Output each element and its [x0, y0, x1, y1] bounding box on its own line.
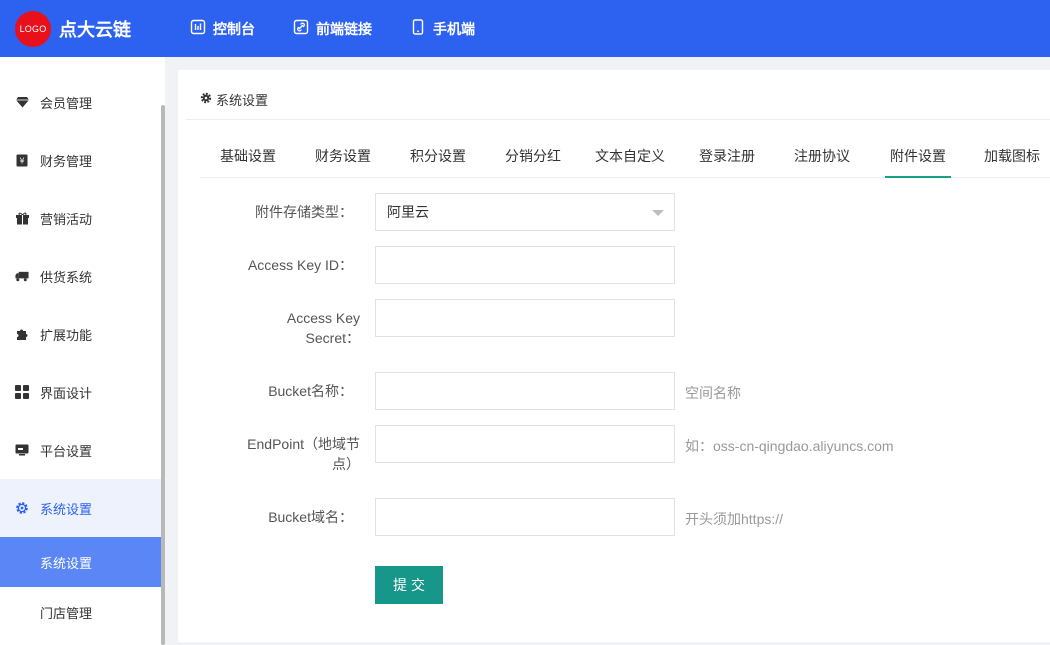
storage-type-label: 附件存储类型： [255, 204, 353, 220]
sidebar-item-finance[interactable]: ¥ 财务管理 [0, 131, 161, 189]
sidebar-item-platform[interactable]: 平台设置 [0, 421, 161, 479]
bucket-domain-input[interactable] [375, 498, 675, 536]
endpoint-hint: 如：oss-cn-qingdao.aliyuncs.com [685, 438, 894, 454]
access-key-id-input[interactable] [375, 246, 675, 284]
nav-mobile-label: 手机端 [433, 20, 475, 37]
settings-tabs: 基础设置 财务设置 积分设置 分销分红 文本自定义 登录注册 注册协议 附件设置… [200, 132, 1050, 178]
storage-type-select[interactable]: 阿里云 [375, 193, 675, 231]
tab-finance[interactable]: 财务设置 [314, 132, 372, 178]
top-header: LOGO 点大云链 控制台 前端链接 手机端 [0, 0, 1050, 57]
tab-points[interactable]: 积分设置 [409, 132, 467, 178]
endpoint-label: EndPoint（地域节 点） [190, 434, 360, 474]
tab-distribution[interactable]: 分销分红 [504, 132, 562, 178]
nav-frontend-links[interactable]: 前端链接 [293, 19, 372, 39]
monitor-icon [15, 443, 29, 457]
mobile-icon [410, 19, 433, 38]
tab-text-custom[interactable]: 文本自定义 [594, 132, 666, 178]
bucket-name-hint: 空间名称 [685, 385, 741, 401]
nav-mobile[interactable]: 手机端 [410, 19, 475, 39]
tab-register-agreement[interactable]: 注册协议 [793, 132, 851, 178]
sidebar-subitem-store-management[interactable]: 门店管理 [0, 587, 161, 637]
access-key-secret-label: Access Key Secret： [190, 308, 360, 348]
endpoint-label-line1: EndPoint（地域节 [247, 436, 360, 452]
sidebar-subitem-label: 门店管理 [40, 605, 93, 621]
finance-icon: ¥ [15, 153, 29, 167]
link-icon [293, 19, 316, 38]
brand-name: 点大云链 [59, 20, 131, 40]
sidebar-item-label: 平台设置 [40, 443, 93, 459]
sidebar-subitem-system-settings[interactable]: 系统设置 [0, 537, 161, 587]
gear-icon [15, 501, 29, 515]
sidebar-subitem-label: 系统设置 [40, 555, 93, 571]
tab-loading-icon[interactable]: 加载图标 [983, 132, 1041, 178]
chevron-down-icon [652, 210, 664, 216]
settings-card: 系统设置 基础设置 财务设置 积分设置 分销分红 文本自定义 登录注册 注册协议… [178, 70, 1050, 642]
sidebar-item-label: 会员管理 [40, 95, 93, 111]
sidebar-item-ui-design[interactable]: 界面设计 [0, 363, 161, 421]
sidebar-item-members[interactable]: 会员管理 [0, 73, 161, 131]
top-nav: 控制台 前端链接 手机端 [190, 0, 513, 57]
gear-icon [200, 92, 216, 107]
layout-icon [15, 385, 29, 399]
diamond-icon [15, 95, 29, 109]
sidebar-item-extensions[interactable]: 扩展功能 [0, 305, 161, 363]
access-key-secret-label-line2: Secret： [305, 330, 360, 346]
sidebar-item-system[interactable]: 系统设置 [0, 479, 161, 537]
endpoint-input[interactable] [375, 425, 675, 463]
gift-icon [15, 211, 29, 225]
svg-text:¥: ¥ [19, 156, 24, 165]
card-divider [186, 119, 1050, 120]
sidebar-item-label: 供货系统 [40, 269, 93, 285]
storage-type-value: 阿里云 [387, 204, 429, 220]
logo[interactable]: LOGO [15, 11, 51, 47]
sidebar-item-label: 界面设计 [40, 385, 93, 401]
submit-button[interactable]: 提交 [375, 566, 443, 604]
access-key-id-label: Access Key ID： [247, 257, 353, 273]
card-title-text: 系统设置 [216, 93, 269, 108]
truck-icon [15, 269, 29, 283]
bucket-domain-label: Bucket域名： [268, 509, 353, 525]
bucket-domain-hint: 开头须加https:// [685, 511, 784, 527]
tab-login-register[interactable]: 登录注册 [698, 132, 756, 178]
nav-dashboard[interactable]: 控制台 [190, 19, 255, 39]
bucket-name-input[interactable] [375, 372, 675, 410]
tab-basic[interactable]: 基础设置 [219, 132, 277, 178]
sidebar-item-label: 营销活动 [40, 211, 93, 227]
sidebar-item-supply[interactable]: 供货系统 [0, 247, 161, 305]
sidebar-item-label: 系统设置 [40, 501, 93, 517]
sidebar-item-label: 扩展功能 [40, 327, 93, 343]
puzzle-icon [15, 327, 29, 341]
sidebar-scrollbar-thumb[interactable] [161, 105, 165, 645]
bucket-name-label: Bucket名称： [268, 383, 353, 399]
sidebar-item-label: 财务管理 [40, 153, 93, 169]
nav-dashboard-label: 控制台 [213, 20, 255, 37]
nav-frontend-links-label: 前端链接 [316, 20, 372, 37]
dashboard-icon [190, 19, 213, 38]
access-key-secret-input[interactable] [375, 299, 675, 337]
access-key-secret-label-line1: Access Key [286, 310, 360, 326]
tab-attachment[interactable]: 附件设置 [885, 132, 951, 178]
card-title: 系统设置 [200, 90, 268, 109]
endpoint-label-line2: 点） [332, 456, 360, 472]
sidebar-item-marketing[interactable]: 营销活动 [0, 189, 161, 247]
